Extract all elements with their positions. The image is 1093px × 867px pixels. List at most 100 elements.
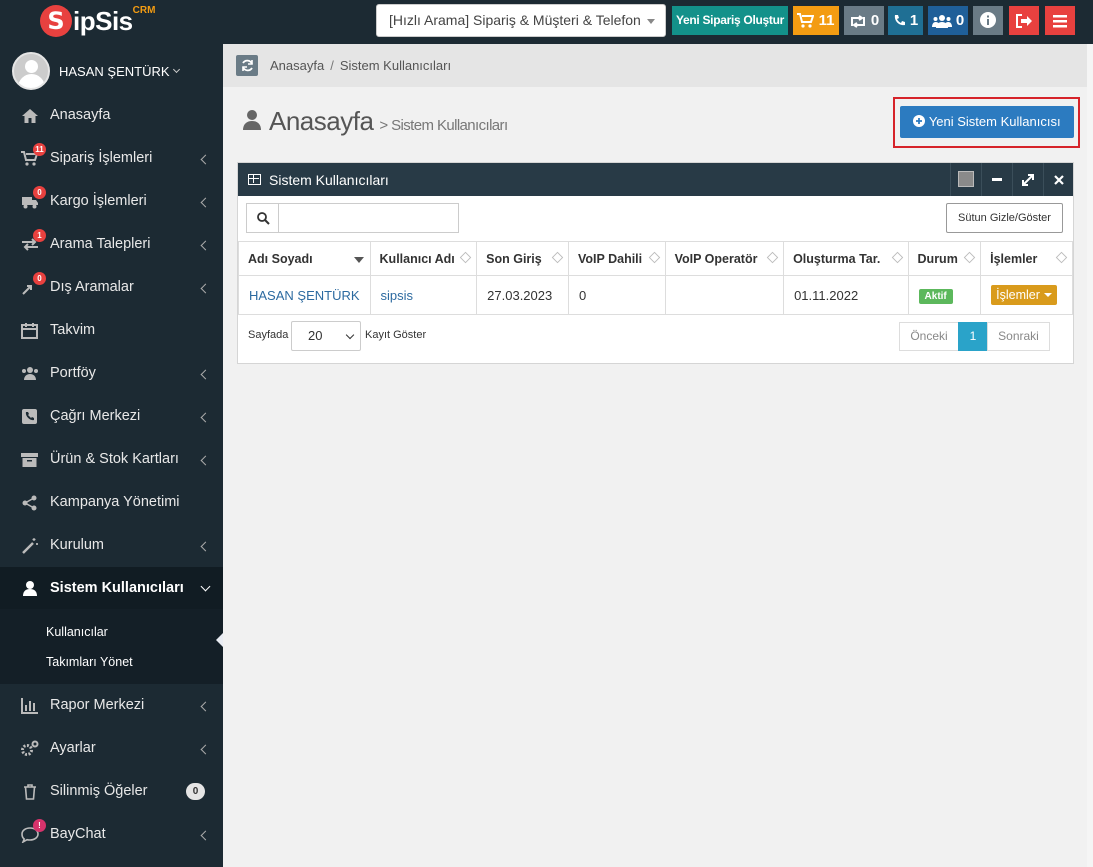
- magic-wand-icon: [22, 538, 38, 554]
- sidebar-item-rapor-merkezi[interactable]: Rapor Merkezi: [0, 684, 223, 727]
- sidebar-item-takvim[interactable]: Takvim: [0, 309, 223, 352]
- users-count: 0: [955, 12, 965, 29]
- menu-toggle-button[interactable]: [1045, 6, 1075, 35]
- sidebar-item-dis-aramalar[interactable]: 0 Dış Aramalar: [0, 266, 223, 309]
- column-header-adi-soyadi[interactable]: Adı Soyadı: [238, 241, 371, 276]
- sidebar-item-label: Sistem Kullanıcıları: [50, 580, 184, 596]
- sidebar-item-anasayfa[interactable]: Anasayfa: [0, 94, 223, 137]
- info-icon: [980, 12, 996, 28]
- sign-out-icon: [1016, 14, 1032, 28]
- sidebar-item-portfoy[interactable]: Portföy: [0, 352, 223, 395]
- user-name: HASAN ŞENTÜRK: [59, 63, 170, 79]
- quick-search-select[interactable]: [Hızlı Arama] Sipariş & Müşteri & Telefo…: [376, 4, 666, 37]
- users-counter-button[interactable]: 0: [928, 6, 968, 35]
- add-system-user-button[interactable]: Yeni Sistem Kullanıcısı: [900, 106, 1074, 138]
- sidebar-item-siparis-islemleri[interactable]: 11 Sipariş İşlemleri: [0, 137, 223, 180]
- sidebar-item-label: Takvim: [50, 322, 96, 338]
- home-icon: [22, 109, 38, 123]
- sidebar-item-ayarlar[interactable]: Ayarlar: [0, 727, 223, 770]
- portlet-title: Sistem Kullanıcıları: [269, 172, 389, 188]
- pagination-previous[interactable]: Önceki: [899, 322, 959, 351]
- breadcrumb-current: Sistem Kullanıcıları: [339, 58, 452, 73]
- pagination-next[interactable]: Sonraki: [987, 322, 1050, 351]
- sort-icon: [891, 251, 903, 264]
- submenu-item-takimlari-yonet[interactable]: Takımları Yönet: [46, 655, 133, 669]
- column-header-islemler[interactable]: İşlemler: [980, 241, 1073, 276]
- avatar: [12, 52, 50, 90]
- sort-icon: [766, 251, 779, 264]
- user-icon: [23, 581, 37, 596]
- sidebar-item-urun-stok-kartlari[interactable]: Ürün & Stok Kartları: [0, 438, 223, 481]
- column-header-voip-operator[interactable]: VoIP Operatör: [664, 241, 785, 276]
- user-menu[interactable]: HASAN ŞENTÜRK: [12, 52, 180, 90]
- close-icon: [1054, 175, 1064, 185]
- pagination-page-1[interactable]: 1: [958, 322, 988, 351]
- cart-counter-button[interactable]: 11: [793, 6, 839, 35]
- square-icon: [958, 171, 974, 187]
- column-header-son-giris[interactable]: Son Giriş: [476, 241, 569, 276]
- retweet-icon: [850, 15, 865, 28]
- chevron-left-icon: [200, 830, 211, 841]
- sort-icon: [1055, 251, 1068, 264]
- page-size-select[interactable]: 20: [291, 321, 361, 351]
- app-logo[interactable]: S ipSis CRM: [40, 1, 155, 41]
- chevron-left-icon: [200, 283, 211, 294]
- notification-badge: 1: [33, 229, 46, 242]
- phone-icon: [894, 15, 905, 26]
- logo-superscript: CRM: [132, 5, 156, 16]
- breadcrumb: Anasayfa / Sistem Kullanıcıları: [223, 44, 1087, 87]
- sidebar-item-cagri-merkezi[interactable]: Çağrı Merkezi: [0, 395, 223, 438]
- search-icon: [257, 212, 270, 225]
- hamburger-icon: [1053, 15, 1067, 28]
- close-button[interactable]: [1043, 163, 1073, 196]
- column-visibility-button[interactable]: Sütun Gizle/Göster: [946, 203, 1063, 233]
- phone-counter-button[interactable]: 1: [888, 6, 923, 35]
- bar-chart-icon: [21, 698, 38, 714]
- phone-square-icon: [22, 409, 37, 424]
- sidebar-item-kampanya-yonetimi[interactable]: Kampanya Yönetimi: [0, 481, 223, 524]
- column-header-durum[interactable]: Durum: [907, 241, 982, 276]
- row-actions-button[interactable]: İşlemler: [991, 285, 1057, 305]
- logout-button[interactable]: [1009, 6, 1039, 35]
- voip-internal-cell: 0: [567, 275, 666, 315]
- column-header-kullanici-adi[interactable]: Kullanıcı Adı: [369, 241, 478, 276]
- sidebar-item-arama-talepleri[interactable]: 1 Arama Talepleri: [0, 223, 223, 266]
- column-header-olusturma-tarihi[interactable]: Oluşturma Tar.: [783, 241, 909, 276]
- count-badge: 0: [186, 783, 205, 800]
- user-name-link[interactable]: HASAN ŞENTÜRK: [249, 288, 360, 303]
- chevron-down-icon: [172, 65, 180, 73]
- page-scrollbar[interactable]: [1087, 44, 1093, 867]
- users-icon: [931, 15, 952, 28]
- sidebar-item-sistem-kullanicilari[interactable]: Sistem Kullanıcıları: [0, 567, 223, 610]
- cart-count: 11: [818, 12, 835, 29]
- page-title-text: Anasayfa: [269, 106, 374, 136]
- notification-badge: 11: [33, 143, 46, 156]
- sidebar-item-label: Anasayfa: [50, 107, 111, 123]
- cart-icon: [797, 13, 815, 28]
- archive-icon: [21, 453, 38, 467]
- breadcrumb-home-link[interactable]: Anasayfa: [270, 58, 324, 73]
- info-button[interactable]: [973, 6, 1003, 35]
- minus-icon: [992, 178, 1002, 181]
- table-search-input[interactable]: [278, 203, 459, 233]
- new-order-button[interactable]: Yeni Sipariş Oluştur: [672, 6, 788, 35]
- refresh-button[interactable]: [236, 55, 258, 76]
- sidebar-item-kargo-islemleri[interactable]: 0 Kargo İşlemleri: [0, 180, 223, 223]
- column-header-voip-dahili[interactable]: VoIP Dahili: [567, 241, 666, 276]
- collapse-button[interactable]: [981, 163, 1011, 196]
- fullscreen-button[interactable]: [1012, 163, 1042, 196]
- chevron-left-icon: [200, 154, 211, 165]
- status-badge: Aktif: [918, 288, 953, 304]
- breadcrumb-separator: /: [330, 58, 334, 73]
- submenu-item-kullanicilar[interactable]: Kullanıcılar: [46, 625, 108, 639]
- user-icon: [243, 110, 261, 130]
- color-toggle-button[interactable]: [950, 163, 980, 196]
- page-title: Anasayfa > Sistem Kullanıcıları: [243, 106, 508, 137]
- sidebar-item-baychat[interactable]: ! BayChat: [0, 813, 223, 856]
- share-icon: [22, 495, 37, 511]
- username-link[interactable]: sipsis: [381, 288, 414, 303]
- transfer-counter-button[interactable]: 0: [844, 6, 884, 35]
- sidebar-item-kurulum[interactable]: Kurulum: [0, 524, 223, 567]
- sidebar-item-silinmis-ogeler[interactable]: Silinmiş Öğeler 0: [0, 770, 223, 813]
- sidebar-item-label: Kurulum: [50, 537, 104, 553]
